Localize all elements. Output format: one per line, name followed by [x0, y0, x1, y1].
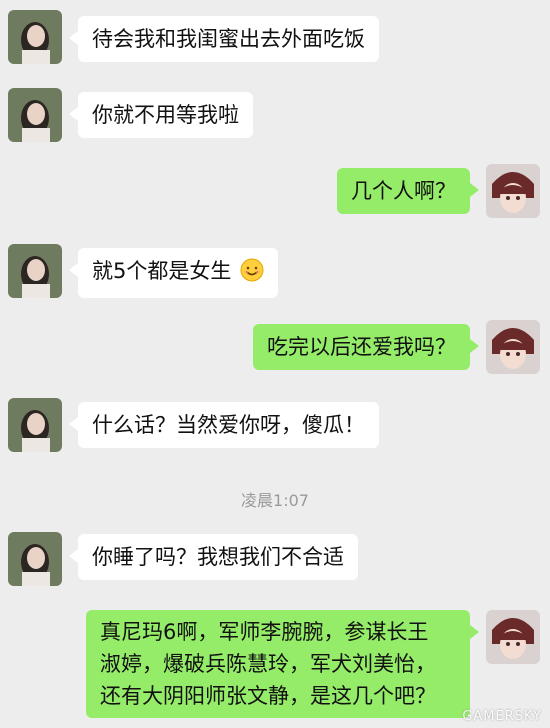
message-bubble: 什么话？当然爱你呀，傻瓜！ [69, 402, 379, 448]
watermark: GAMERSKY [462, 709, 542, 724]
boy-avatar[interactable] [486, 164, 540, 218]
boy-avatar[interactable] [486, 320, 540, 374]
girl-avatar[interactable] [8, 244, 62, 298]
smile-emoji-icon [240, 258, 264, 290]
message-line: 还有大阴阳师张文静，是这几个吧？ [100, 684, 436, 708]
girl-avatar[interactable] [8, 398, 62, 452]
message-bubble: 你睡了吗？我想我们不合适 [69, 534, 358, 580]
timestamp: 凌晨1:07 [241, 491, 309, 510]
message-text: 你就不用等我啦 [92, 103, 239, 127]
message-bubble: 几个人啊？ [337, 168, 479, 214]
message-text: 就5个都是女生 [92, 259, 232, 283]
message-bubble: 真尼玛6啊，军师李腕腕，参谋长王 淑婷，爆破兵陈慧玲，军犬刘美怡， 还有大阴阳师… [86, 610, 479, 718]
message-bubble: 待会我和我闺蜜出去外面吃饭 [69, 16, 379, 62]
message-text: 待会我和我闺蜜出去外面吃饭 [92, 27, 365, 51]
message-line: 淑婷，爆破兵陈慧玲，军犬刘美怡， [100, 652, 436, 676]
message-bubble: 吃完以后还爱我吗？ [253, 324, 479, 370]
message-text: 你睡了吗？我想我们不合适 [92, 545, 344, 569]
message-line: 真尼玛6啊，军师李腕腕，参谋长王 [100, 620, 429, 644]
boy-avatar[interactable] [486, 610, 540, 664]
message-text: 什么话？当然爱你呀，傻瓜！ [92, 413, 365, 437]
girl-avatar[interactable] [8, 532, 62, 586]
message-bubble: 就5个都是女生 [68, 248, 279, 298]
message-text: 吃完以后还爱我吗？ [267, 335, 456, 359]
message-bubble: 你就不用等我啦 [69, 92, 253, 138]
girl-avatar[interactable] [8, 10, 62, 64]
girl-avatar[interactable] [8, 88, 62, 142]
message-text: 几个人啊？ [351, 179, 456, 203]
